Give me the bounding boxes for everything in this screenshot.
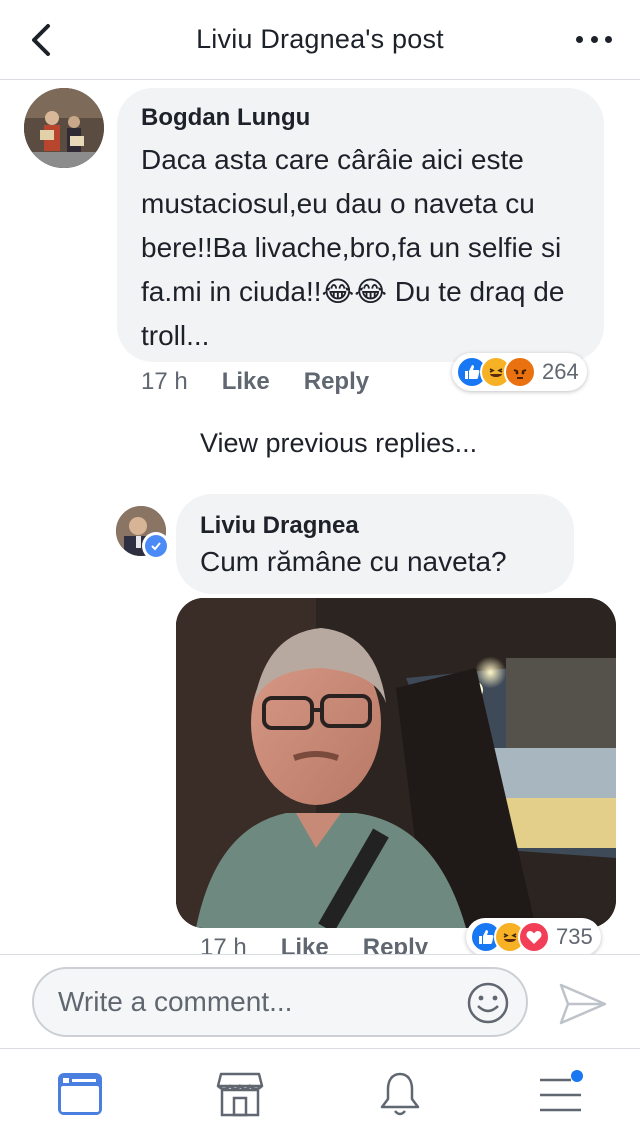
news-feed-icon: [58, 1073, 102, 1115]
checkmark-icon: [145, 535, 167, 557]
reaction-summary[interactable]: 264: [452, 353, 587, 391]
reply-text: Cum rămâne cu naveta?: [200, 546, 507, 577]
send-button[interactable]: [558, 981, 608, 1027]
verified-badge: [142, 532, 170, 560]
comment-meta: 17 h Like Reply: [141, 368, 369, 396]
send-icon: [559, 983, 607, 1025]
comment-text: Daca asta care cârâie aici este mustacio…: [141, 144, 565, 351]
reaction-count: 735: [556, 924, 593, 949]
nav-notifications[interactable]: [373, 1067, 427, 1121]
like-button[interactable]: Like: [222, 368, 270, 396]
comment-input[interactable]: [32, 967, 528, 1037]
comment-composer: [0, 954, 640, 1048]
attached-selfie-photo[interactable]: [176, 598, 616, 928]
top-bar: Liviu Dragnea's post: [0, 0, 640, 80]
nav-marketplace[interactable]: [213, 1067, 267, 1121]
reply-button[interactable]: Reply: [304, 368, 369, 396]
reply-author[interactable]: Liviu Dragnea: [200, 512, 550, 540]
smiley-icon: [467, 982, 509, 1024]
notifications-bell-icon: [380, 1072, 420, 1116]
angry-reaction-icon: [504, 356, 536, 388]
comment-author[interactable]: Bogdan Lungu: [141, 104, 580, 132]
nav-menu[interactable]: [533, 1067, 587, 1121]
reply-bubble[interactable]: Liviu Dragnea Cum rămâne cu naveta?: [176, 494, 574, 594]
view-previous-replies-link[interactable]: View previous replies...: [200, 428, 477, 459]
reaction-count: 264: [542, 359, 579, 384]
reaction-summary[interactable]: 735: [466, 918, 601, 956]
comment-bubble[interactable]: Bogdan Lungu Daca asta care cârâie aici …: [117, 88, 604, 362]
avatar[interactable]: [24, 88, 104, 168]
more-dots-icon: [576, 35, 583, 43]
bottom-navigation: [0, 1048, 640, 1136]
nav-news-feed[interactable]: [53, 1067, 107, 1121]
more-options-button[interactable]: [576, 28, 612, 50]
love-reaction-icon: [518, 921, 550, 953]
menu-icon: [540, 1070, 583, 1112]
marketplace-icon: [216, 1072, 264, 1117]
page-title: Liviu Dragnea's post: [196, 24, 444, 54]
emoji-button[interactable]: [466, 981, 510, 1025]
comment-timestamp: 17 h: [141, 368, 188, 395]
